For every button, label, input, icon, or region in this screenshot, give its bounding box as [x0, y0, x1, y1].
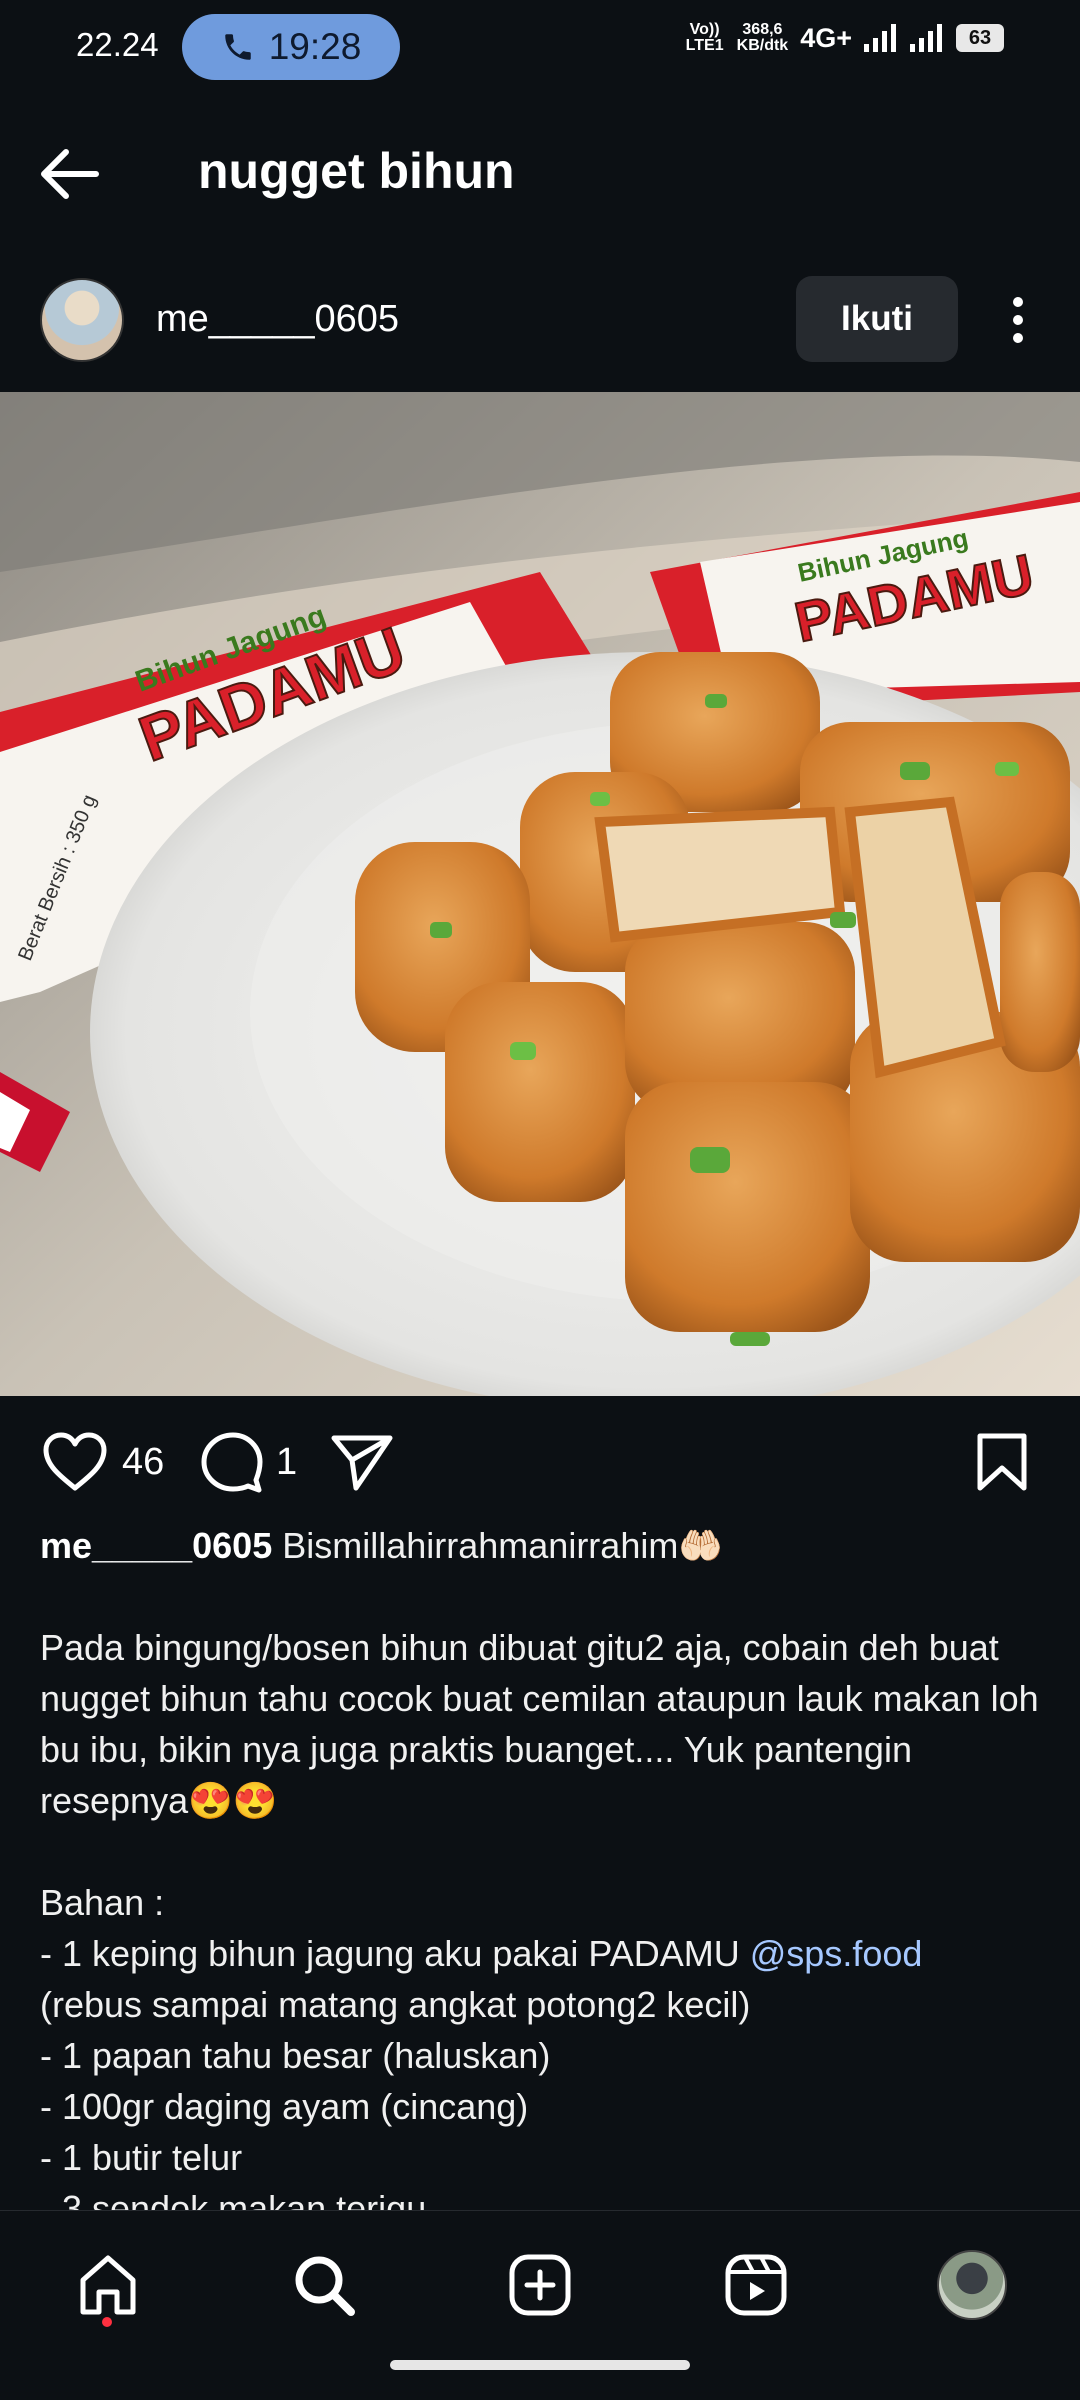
comment-action[interactable]: 1	[198, 1430, 297, 1494]
search-icon	[295, 2256, 355, 2316]
like-action[interactable]: 46	[40, 1430, 164, 1494]
author-avatar[interactable]	[40, 278, 124, 362]
battery-indicator: 63	[956, 24, 1004, 52]
post-actions: 46 1	[0, 1420, 1080, 1510]
food-photo-illustration: PADAMU Bihun Jagung Berat Bersih : 350 g…	[0, 392, 1080, 1396]
caption-item-3: - 100gr daging ayam (cincang)	[40, 2086, 529, 2127]
signal-icon-2	[910, 24, 942, 52]
share-button[interactable]	[328, 1430, 396, 1494]
caption-username[interactable]: me_____0605	[40, 1525, 272, 1566]
heart-icon	[43, 1432, 107, 1491]
comments-count: 1	[276, 1440, 298, 1483]
caption-mention-link[interactable]: @sps.food	[750, 1933, 923, 1974]
caption-item-1: - 1 keping bihun jagung aku pakai PADAMU	[40, 1933, 750, 1974]
author-username[interactable]: me_____0605	[156, 298, 399, 341]
status-icons: Vo)) LTE1 368,6 KB/dtk 4G+ 63	[685, 22, 1004, 54]
bookmark-icon	[977, 1433, 1027, 1491]
caption-paragraph: Pada bingung/bosen bihun dibuat gitu2 aj…	[40, 1627, 1039, 1821]
more-options-button[interactable]	[998, 294, 1038, 346]
network-type: 4G+	[800, 22, 852, 53]
caption-item-4: - 1 butir telur	[40, 2137, 243, 2178]
post-photo[interactable]: PADAMU Bihun Jagung Berat Bersih : 350 g…	[0, 392, 1080, 1396]
caption-bahan-title: Bahan :	[40, 1882, 165, 1923]
status-bar: 22.24 19:28 Vo)) LTE1 368,6 KB/dtk 4G+ 6…	[0, 0, 1080, 96]
page-title: nugget bihun	[198, 143, 515, 199]
nav-search[interactable]	[286, 2247, 362, 2323]
follow-button[interactable]: Ikuti	[796, 276, 958, 362]
caption-item-1-suffix: (rebus sampai matang angkat potong2 keci…	[40, 1984, 751, 2025]
back-button[interactable]	[36, 142, 116, 206]
more-vertical-icon	[1013, 297, 1023, 343]
reels-icon	[725, 2254, 787, 2316]
arrow-left-icon	[41, 149, 99, 199]
home-notification-dot	[102, 2317, 112, 2327]
post-caption: me_____0605 Bismillahirrahmanirrahim🤲🏻 P…	[40, 1520, 1040, 2210]
ongoing-call-pill[interactable]: 19:28	[182, 14, 400, 80]
post-header: me_____0605 Ikuti	[0, 270, 1080, 370]
volte-indicator: Vo)) LTE1	[685, 21, 724, 54]
bottom-navigation	[0, 2210, 1080, 2400]
profile-avatar	[937, 2250, 1007, 2320]
nav-home[interactable]	[70, 2247, 146, 2323]
likes-count: 46	[122, 1440, 165, 1483]
caption-item-2: - 1 papan tahu besar (haluskan)	[40, 2035, 551, 2076]
nav-profile[interactable]	[934, 2247, 1010, 2323]
network-speed: 368,6 KB/dtk	[737, 22, 789, 54]
speed-unit: KB/dtk	[736, 37, 789, 54]
caption-item-5: - 3 sendok makan terigu	[40, 2188, 427, 2210]
gesture-home-indicator[interactable]	[390, 2360, 690, 2370]
caption-first-line: Bismillahirrahmanirrahim🤲🏻	[272, 1525, 724, 1566]
status-time: 22.24	[76, 26, 159, 63]
speed-value: 368,6	[742, 21, 783, 38]
call-duration: 19:28	[268, 26, 362, 67]
nav-create[interactable]	[502, 2247, 578, 2323]
home-icon	[80, 2255, 136, 2315]
nav-reels[interactable]	[718, 2247, 794, 2323]
send-icon	[331, 1435, 393, 1491]
signal-icon	[864, 24, 896, 52]
comment-icon	[201, 1432, 263, 1493]
top-header: nugget bihun	[0, 120, 1080, 230]
phone-icon	[224, 34, 251, 60]
add-post-icon	[509, 2254, 571, 2316]
save-button[interactable]	[974, 1430, 1030, 1494]
